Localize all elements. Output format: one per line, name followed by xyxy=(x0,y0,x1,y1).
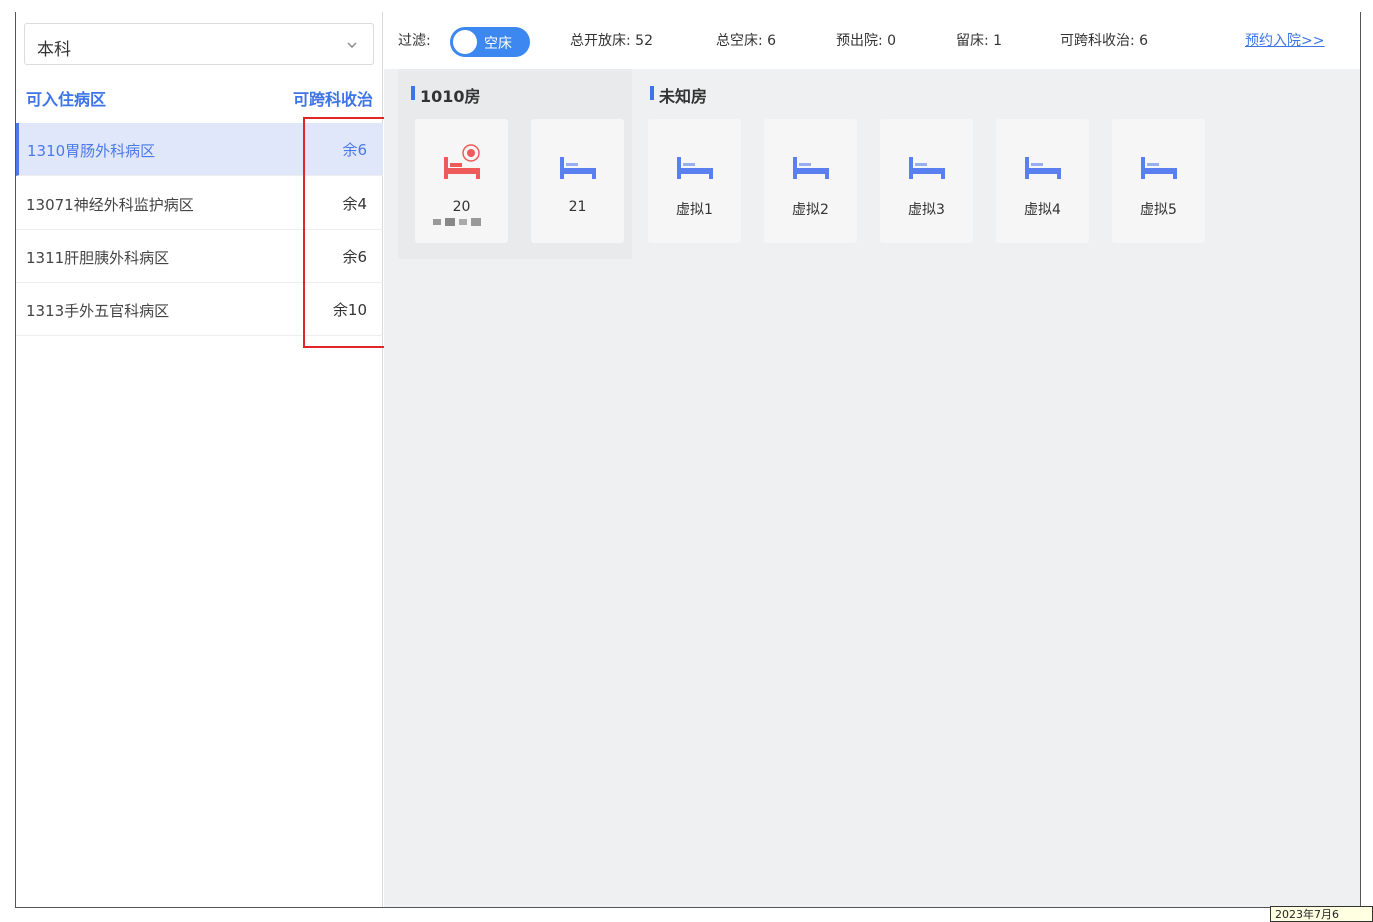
bed-empty-icon xyxy=(560,157,596,179)
filter-label: 过滤: xyxy=(398,33,431,49)
bed-occupied-icon xyxy=(444,144,480,179)
bed-number: 虚拟1 xyxy=(676,202,713,218)
bed-number: 虚拟3 xyxy=(908,202,945,218)
ward-list-header-right: 可跨科收治 xyxy=(292,90,373,109)
ward-name: 1310胃肠外科病区 xyxy=(27,142,156,160)
bed-empty-icon xyxy=(793,157,829,179)
bed-number: 虚拟2 xyxy=(792,202,829,218)
bed-empty-icon xyxy=(1141,157,1177,179)
bed-number: 21 xyxy=(568,199,587,215)
ward-name: 13071神经外科监护病区 xyxy=(26,196,194,214)
bed-card-virtual-5[interactable]: 虚拟5 xyxy=(1112,119,1205,243)
room-title: 未知房 xyxy=(649,83,707,107)
date-tooltip: 2023年7月6 xyxy=(1270,906,1373,922)
bed-board: 过滤: 空床 总开放床: 52 总空床: 6 预出院: 0 留床: 1 可跨科收… xyxy=(384,12,1360,907)
toggle-knob xyxy=(453,30,477,54)
ward-name: 1313手外五官科病区 xyxy=(26,302,170,320)
room-title: 1010房 xyxy=(411,83,481,107)
department-select-value: 本科 xyxy=(37,40,71,60)
chevron-down-icon xyxy=(347,42,357,48)
stat-total-empty-beds: 总空床: 6 xyxy=(716,33,777,49)
bed-card-virtual-4[interactable]: 虚拟4 xyxy=(996,119,1089,243)
bed-empty-icon xyxy=(909,157,945,179)
bed-card-20[interactable]: 20 xyxy=(415,119,508,243)
bed-number: 20 xyxy=(452,199,471,215)
blurred-patient-name xyxy=(433,218,481,226)
bed-card-21[interactable]: 21 xyxy=(531,119,624,243)
stat-pre-discharge: 预出院: 0 xyxy=(836,33,897,49)
stats-toolbar: 过滤: 空床 总开放床: 52 总空床: 6 预出院: 0 留床: 1 可跨科收… xyxy=(384,12,1360,69)
bed-empty-icon xyxy=(1025,157,1061,179)
bed-card-virtual-3[interactable]: 虚拟3 xyxy=(880,119,973,243)
room-unknown: 未知房 虚拟1 虚拟2 虚拟3 虚拟4 虚拟5 xyxy=(637,69,1360,259)
ward-name: 1311肝胆胰外科病区 xyxy=(26,249,170,267)
appointment-admission-link[interactable]: 预约入院>> xyxy=(1245,30,1324,50)
room-1010: 1010房 20 21 xyxy=(398,69,632,259)
toggle-label: 空床 xyxy=(484,36,512,52)
empty-bed-filter-toggle[interactable]: 空床 xyxy=(450,27,530,57)
bed-number: 虚拟5 xyxy=(1140,202,1177,218)
ward-list-header: 可入住病区 可跨科收治 xyxy=(16,82,383,122)
bed-card-virtual-2[interactable]: 虚拟2 xyxy=(764,119,857,243)
stat-cross-dept: 可跨科收治: 6 xyxy=(1060,33,1149,49)
bed-empty-icon xyxy=(677,157,713,179)
bed-number: 虚拟4 xyxy=(1024,202,1061,218)
stat-reserved-beds: 留床: 1 xyxy=(956,33,1003,49)
department-select[interactable]: 本科 xyxy=(24,23,374,65)
stat-total-open-beds: 总开放床: 52 xyxy=(570,33,653,49)
highlight-annotation-box xyxy=(303,117,386,348)
bed-card-virtual-1[interactable]: 虚拟1 xyxy=(648,119,741,243)
ward-list-header-left: 可入住病区 xyxy=(26,90,107,109)
